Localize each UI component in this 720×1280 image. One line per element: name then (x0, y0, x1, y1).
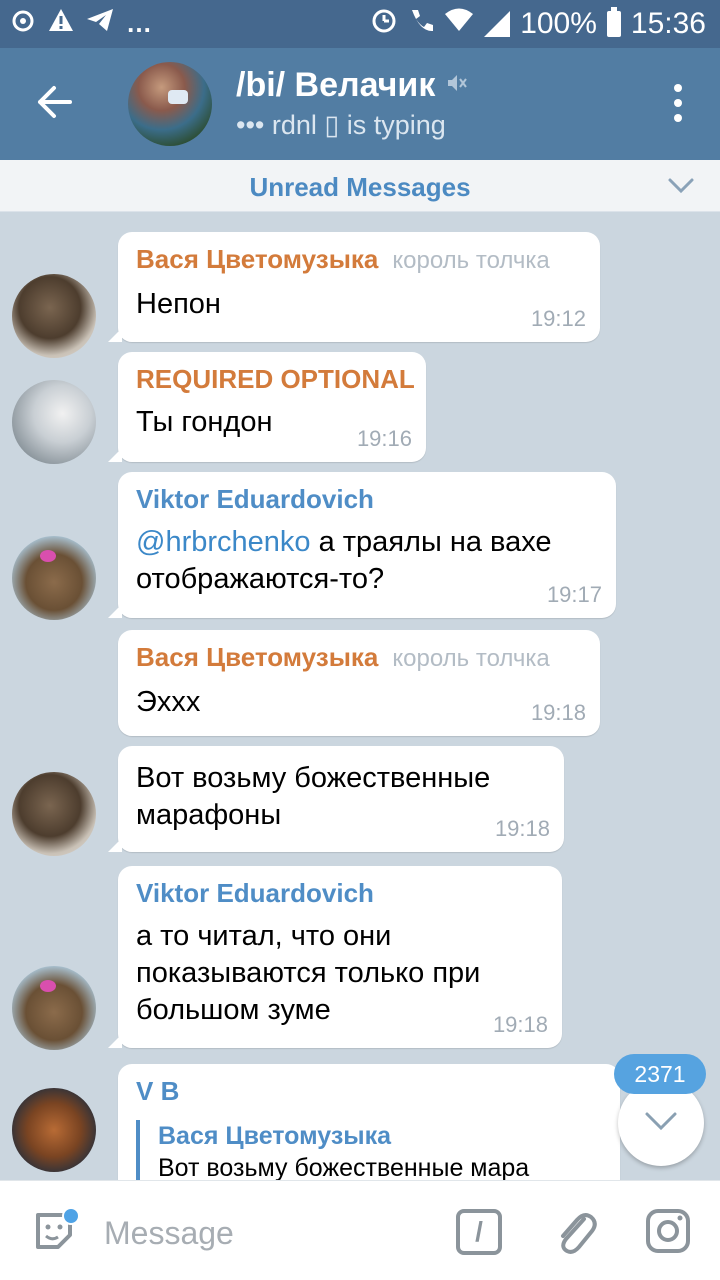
chevron-down-icon (643, 1102, 679, 1138)
avatar[interactable] (12, 274, 96, 358)
message-bubble[interactable]: Вася Цветомузыка король толчка Непон 19:1… (108, 232, 600, 342)
status-bar: … 100% 15:36 (0, 0, 720, 48)
alarm-icon (370, 6, 398, 42)
battery-icon (606, 7, 621, 37)
unread-messages-bar[interactable]: Unread Messages (0, 160, 720, 212)
message-text: а то читал, что они показываются только … (136, 920, 481, 1026)
unread-label: Unread Messages (249, 172, 471, 202)
status-right-icons: 100% 15:36 (370, 6, 706, 42)
message-bubble[interactable]: REQUIRED OPTIONAL Ты гондон 19:16 (108, 352, 426, 462)
sender-name[interactable]: REQUIRED OPTIONAL (136, 362, 415, 396)
message-bubble[interactable]: Вот возьму божественные марафоны 19:18 (108, 746, 564, 852)
reply-quote[interactable]: Вася Цветомузыка Вот возьму божественные… (136, 1120, 600, 1180)
chat-header: /bi/ Велачик ••• rdnl ▯ is typing (0, 48, 720, 160)
signal-icon (484, 11, 511, 37)
camera-icon[interactable] (644, 1207, 692, 1255)
sender-badge: король толчка (392, 247, 550, 274)
message-bubble[interactable]: Вася Цветомузыка король толчка Эххх 19:18 (118, 630, 600, 736)
bot-command-button[interactable]: / (456, 1209, 502, 1255)
message-text: Вот возьму божественные марафоны (136, 762, 491, 831)
message-time: 19:17 (546, 582, 602, 607)
bubble-tail (108, 328, 122, 342)
sender-name-text: Вася Цветомузыка (136, 244, 379, 274)
sender-name[interactable]: Viktor Eduardovich (136, 876, 542, 910)
message-text: Непон (136, 288, 221, 320)
message-bubble[interactable]: V B Вася Цветомузыка Вот возьму божестве… (118, 1064, 620, 1180)
avatar[interactable] (12, 536, 96, 620)
chevron-down-icon[interactable] (666, 170, 696, 207)
avatar[interactable] (12, 966, 96, 1050)
avatar[interactable] (12, 1088, 96, 1172)
wifi-icon (444, 7, 474, 41)
sender-badge: король толчка (392, 645, 550, 672)
unread-count-badge: 2371 (614, 1054, 706, 1094)
message-time: 19:12 (530, 306, 586, 331)
message-text: @hrbrchenko а траялы на вахе отображаютс… (136, 524, 596, 598)
bubble-tail (108, 838, 122, 852)
message-time: 19:16 (356, 426, 412, 451)
mute-icon (445, 72, 468, 100)
message-bubble[interactable]: Viktor Eduardovich а то читал, что они п… (108, 866, 562, 1048)
typing-status: ••• rdnl ▯ is typing (236, 110, 446, 140)
telegram-icon (86, 8, 114, 39)
more-dots: … (126, 8, 152, 38)
avatar[interactable] (12, 380, 96, 464)
avatar[interactable] (12, 772, 96, 856)
wifi-call-icon (408, 6, 434, 42)
reply-sender: Вася Цветомузыка (158, 1122, 392, 1150)
chat-title-text: /bi/ Велачик (236, 66, 436, 104)
message-time: 19:18 (494, 816, 550, 841)
new-sticker-dot (62, 1207, 80, 1225)
message-input-bar: / (0, 1180, 720, 1280)
sender-name[interactable]: Вася Цветомузыка король толчка (136, 640, 580, 676)
chat-avatar[interactable] (128, 62, 212, 146)
sender-name[interactable]: Вася Цветомузыка король толчка (136, 242, 580, 278)
message-feed[interactable]: Вася Цветомузыка король толчка Непон 19:1… (0, 212, 720, 1180)
message-time: 19:18 (492, 1012, 548, 1037)
more-vert-icon[interactable] (674, 84, 682, 122)
bubble-tail (108, 448, 122, 462)
chat-title[interactable]: /bi/ Велачик (236, 66, 468, 105)
bubble-tail (108, 604, 122, 618)
sender-name[interactable]: V B (136, 1074, 600, 1108)
message-input[interactable] (104, 1211, 404, 1255)
bubble-tail (108, 1034, 122, 1048)
status-left-icons: … (10, 8, 152, 39)
clock: 15:36 (630, 7, 706, 40)
message-text: Эххх (136, 686, 201, 718)
sender-name[interactable]: Viktor Eduardovich (136, 482, 596, 516)
mention-link[interactable]: @hrbrchenko (136, 526, 311, 558)
message-bubble[interactable]: Viktor Eduardovich @hrbrchenko а траялы … (108, 472, 616, 618)
back-arrow-icon[interactable] (34, 82, 74, 130)
battery-percent: 100% (520, 7, 597, 40)
warning-icon (48, 8, 74, 39)
attach-icon[interactable] (554, 1207, 598, 1257)
message-time: 19:18 (530, 700, 586, 725)
sender-name-text: Вася Цветомузыка (136, 642, 379, 672)
reply-text: Вот возьму божественные мара (158, 1154, 530, 1180)
vpn-icon (10, 8, 36, 39)
